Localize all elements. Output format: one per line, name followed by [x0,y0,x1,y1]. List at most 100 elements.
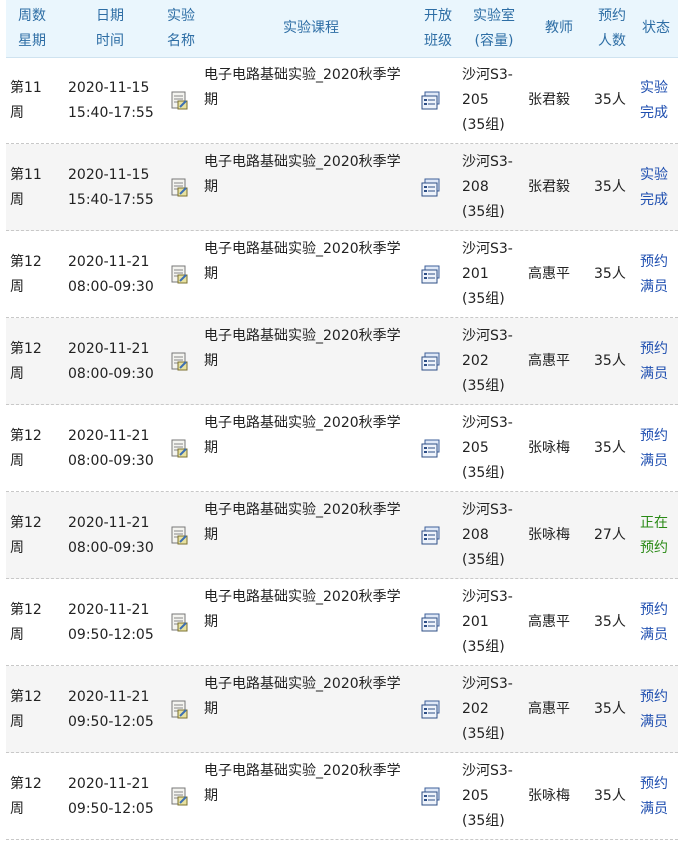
class-list-icon[interactable] [420,352,442,376]
course-cell: 电子电路基础实验_2020秋季学期 [204,498,414,548]
course-line1: 电子电路基础实验_2020秋季学 [204,415,401,431]
course-line1: 电子电路基础实验_2020秋季学 [204,241,401,257]
document-edit-icon[interactable] [169,177,191,203]
class-list-icon[interactable] [420,700,442,724]
header-expname-line1: 实验 [167,8,195,24]
header-room: 实验室 (容量) [464,4,524,54]
teacher-cell: 高惠平 [528,266,570,282]
date-text: 2020-11-21 [68,515,150,531]
room-line1: 沙河S3- [462,154,513,170]
week-cell: 第12 周 [10,598,54,648]
room-cell: 沙河S3- 205 (35组) [462,63,530,138]
course-line2: 期 [204,527,218,543]
status-badge[interactable]: 预约 满员 [640,250,676,300]
room-line2: 202 [462,701,489,717]
header-datetime: 日期 时间 [88,4,132,54]
document-edit-icon[interactable] [169,525,191,551]
room-cell: 沙河S3- 208 (35组) [462,150,530,225]
room-cell: 沙河S3- 205 (35组) [462,411,530,486]
booked-count: 35人 [594,179,626,195]
class-list-icon[interactable] [420,178,442,202]
week-cell: 第12 周 [10,511,54,561]
teacher-cell: 张君毅 [528,179,570,195]
room-line2: 201 [462,266,489,282]
class-list-icon[interactable] [420,526,442,550]
course-line1: 电子电路基础实验_2020秋季学 [204,328,401,344]
course-line2: 期 [204,266,218,282]
week-line1: 第11 [10,80,42,96]
status-line2: 预约 [640,540,668,556]
document-edit-icon[interactable] [169,612,191,638]
datetime-cell: 2020-11-21 09:50-12:05 [68,685,160,735]
week-line2: 周 [10,279,24,295]
class-list-icon[interactable] [420,787,442,811]
status-badge[interactable]: 预约 满员 [640,337,676,387]
teacher-cell: 高惠平 [528,701,570,717]
status-line1: 预约 [640,428,668,444]
header-status: 状态 [642,20,670,36]
class-list-icon[interactable] [420,265,442,289]
header-openclass: 开放 班级 [418,4,458,54]
document-edit-icon[interactable] [169,264,191,290]
booked-count: 27人 [594,527,626,543]
room-line3: (35组) [462,465,505,481]
date-text: 2020-11-21 [68,428,150,444]
status-line2: 满员 [640,801,668,817]
status-badge[interactable]: 预约 满员 [640,685,676,735]
class-list-icon[interactable] [420,439,442,463]
datetime-cell: 2020-11-15 15:40-17:55 [68,163,160,213]
class-list-icon[interactable] [420,91,442,115]
booked-count: 35人 [594,440,626,456]
week-line2: 周 [10,366,24,382]
course-line1: 电子电路基础实验_2020秋季学 [204,763,401,779]
status-badge[interactable]: 预约 满员 [640,424,676,474]
status-line2: 满员 [640,627,668,643]
time-text: 08:00-09:30 [68,279,154,295]
booked-count: 35人 [594,614,626,630]
status-line2: 满员 [640,366,668,382]
teacher-cell: 张君毅 [528,92,570,108]
date-text: 2020-11-15 [68,80,150,96]
room-line2: 208 [462,527,489,543]
datetime-cell: 2020-11-15 15:40-17:55 [68,76,160,126]
week-cell: 第12 周 [10,250,54,300]
document-edit-icon[interactable] [169,786,191,812]
document-edit-icon[interactable] [169,699,191,725]
course-line2: 期 [204,788,218,804]
room-line3: (35组) [462,117,505,133]
time-text: 15:40-17:55 [68,105,154,121]
header-booked-line1: 预约 [598,8,626,24]
room-line1: 沙河S3- [462,676,513,692]
status-line1: 预约 [640,254,668,270]
status-line1: 预约 [640,602,668,618]
course-line2: 期 [204,353,218,369]
status-badge[interactable]: 实验 完成 [640,76,676,126]
document-edit-icon[interactable] [169,90,191,116]
booked-count: 35人 [594,353,626,369]
status-badge[interactable]: 正在 预约 [640,511,676,561]
course-cell: 电子电路基础实验_2020秋季学期 [204,150,414,200]
booked-count: 35人 [594,788,626,804]
header-openclass-line1: 开放 [424,8,452,24]
course-line1: 电子电路基础实验_2020秋季学 [204,676,401,692]
room-line3: (35组) [462,204,505,220]
table-row: 第12 周 2020-11-21 09:50-12:05 电子电路基础实验_2020秋季… [6,579,678,666]
time-text: 08:00-09:30 [68,366,154,382]
date-text: 2020-11-21 [68,341,150,357]
document-edit-icon[interactable] [169,438,191,464]
week-line2: 周 [10,627,24,643]
table-row: 第12 周 2020-11-21 08:00-09:30 电子电路基础实验_2020秋季… [6,318,678,405]
document-edit-icon[interactable] [169,351,191,377]
course-cell: 电子电路基础实验_2020秋季学期 [204,759,414,809]
booked-count: 35人 [594,701,626,717]
date-text: 2020-11-21 [68,602,150,618]
room-cell: 沙河S3- 208 (35组) [462,498,530,573]
status-badge[interactable]: 预约 满员 [640,772,676,822]
status-badge[interactable]: 实验 完成 [640,163,676,213]
status-badge[interactable]: 预约 满员 [640,598,676,648]
table-row: 第12 周 2020-11-21 08:00-09:30 电子电路基础实验_2020秋季… [6,492,678,579]
status-line1: 实验 [640,80,668,96]
class-list-icon[interactable] [420,613,442,637]
week-line1: 第12 [10,689,42,705]
room-line3: (35组) [462,639,505,655]
